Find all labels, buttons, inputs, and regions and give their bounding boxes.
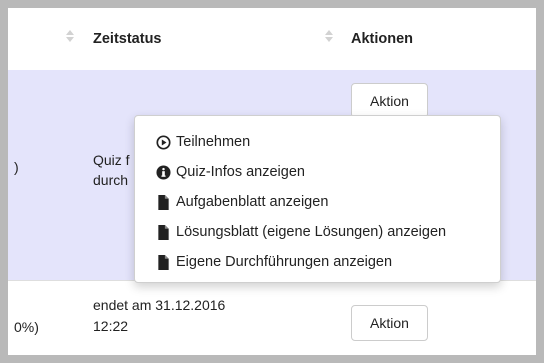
table-header: Zeitstatus Aktionen <box>8 8 536 71</box>
table-cell: 0%) <box>14 319 39 335</box>
column-header-aktionen: Aktionen <box>351 8 413 70</box>
menu-item-label: Lösungsblatt (eigene Lösungen) anzeigen <box>176 224 447 240</box>
file-icon <box>155 224 171 240</box>
time-status-cell: endet am 31.12.2016 12:22 <box>93 295 225 337</box>
time-status-cell: Quiz f durch <box>93 150 130 190</box>
menu-item-label: Eigene Durchführungen anzeigen <box>176 254 393 270</box>
menu-item-quiz-infos[interactable]: Quiz-Infos anzeigen <box>155 161 305 183</box>
time-status-line: endet am 31.12.2016 <box>93 297 226 313</box>
action-button[interactable]: Aktion <box>351 305 428 341</box>
menu-item-label: Aufgabenblatt anzeigen <box>176 194 329 210</box>
play-circle-icon <box>155 134 171 150</box>
action-button[interactable]: Aktion <box>351 83 428 118</box>
table-frame: Zeitstatus Aktionen ) Quiz f durch 0%) e… <box>0 0 544 363</box>
time-status-line: Quiz f <box>93 152 130 168</box>
table-cell: ) <box>14 159 19 175</box>
table-row: 0%) endet am 31.12.2016 12:22 <box>8 280 536 355</box>
menu-item-label: Quiz-Infos anzeigen <box>176 164 305 180</box>
file-icon <box>155 194 171 210</box>
column-header-label: Aktionen <box>351 31 414 47</box>
info-circle-icon <box>155 164 171 180</box>
menu-item-loesungsblatt[interactable]: Lösungsblatt (eigene Lösungen) anzeigen <box>155 221 446 243</box>
time-status-line: durch <box>93 172 129 188</box>
file-icon <box>155 254 171 270</box>
menu-item-teilnehmen[interactable]: Teilnehmen <box>155 131 250 153</box>
time-status-line: 12:22 <box>93 318 129 334</box>
column-header-label: Zeitstatus <box>93 31 162 47</box>
column-header-zeitstatus[interactable]: Zeitstatus <box>93 8 162 70</box>
menu-item-aufgabenblatt[interactable]: Aufgabenblatt anzeigen <box>155 191 328 213</box>
menu-item-label: Teilnehmen <box>176 134 251 150</box>
sort-icon[interactable] <box>325 29 333 45</box>
sort-icon[interactable] <box>66 29 74 45</box>
menu-item-eigene-durchfuehrungen[interactable]: Eigene Durchführungen anzeigen <box>155 251 392 273</box>
action-dropdown-menu: Teilnehmen Quiz-Infos anzeigen Aufgabenb… <box>134 115 501 283</box>
